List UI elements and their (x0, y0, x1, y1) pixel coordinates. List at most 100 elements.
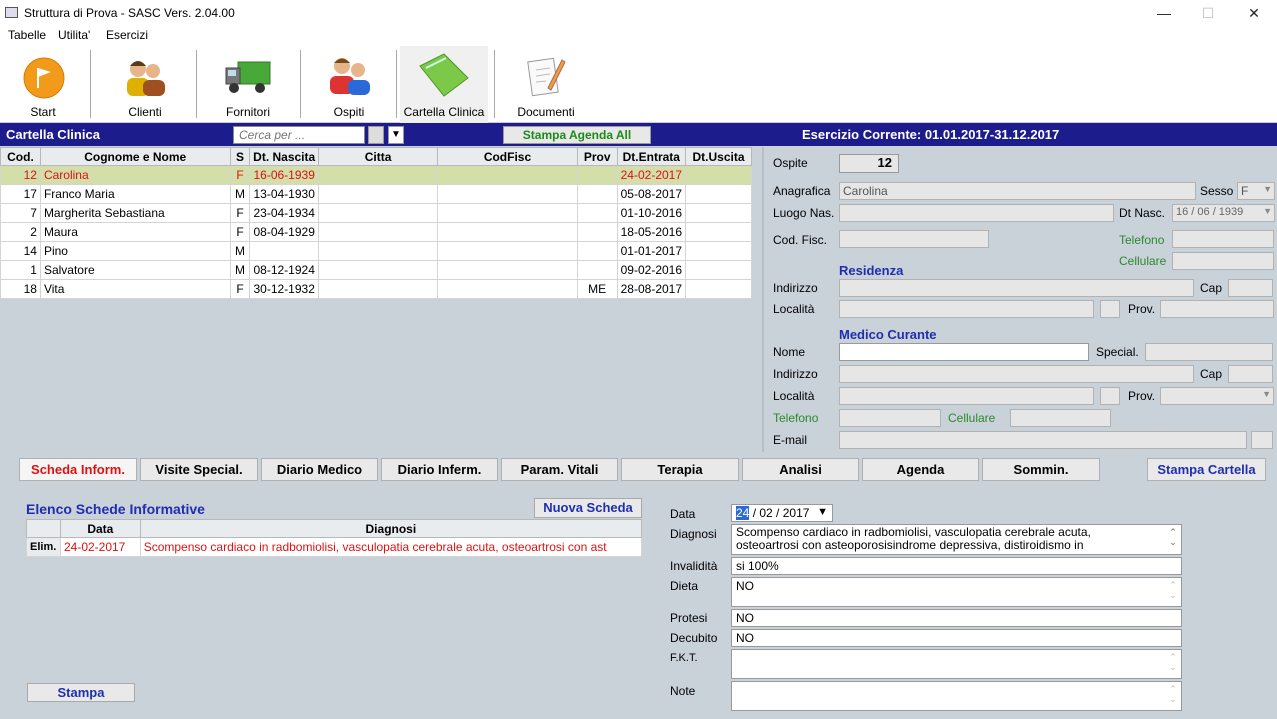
cartella-clinica-button[interactable]: Cartella Clinica (400, 46, 488, 123)
stampa-cartella-button[interactable]: Stampa Cartella (1147, 458, 1266, 481)
residenza-localita-field[interactable] (839, 300, 1094, 318)
stampa-agenda-button[interactable]: Stampa Agenda All (503, 126, 651, 144)
table-row[interactable]: 7 Margherita Sebastiana F 23-04-1934 01-10-2… (0, 203, 752, 223)
table-row[interactable]: Elim. 24-02-2017 Scompenso cardiaco in r… (26, 537, 643, 557)
scroll-arrows-icon[interactable]: ⌃ ⌄ (1167, 580, 1179, 600)
stampa-button[interactable]: Stampa (27, 683, 135, 702)
menu-esercizi[interactable]: Esercizi (106, 28, 148, 42)
protesi-field[interactable]: NO (731, 609, 1182, 627)
diagnosi-line: osteoartrosi con asteoporosisindrome dep… (736, 538, 1084, 552)
column-header[interactable]: Diagnosi (139, 519, 643, 538)
medico-prov-select[interactable]: ▼ (1160, 387, 1274, 405)
invalidita-field[interactable]: si 100% (731, 557, 1182, 575)
table-row[interactable]: 2 Maura F 08-04-1929 18-05-2016 (0, 222, 752, 242)
table-row[interactable]: 18 Vita F 30-12-1932 ME 28-08-2017 (0, 279, 752, 299)
medico-special-field[interactable] (1145, 343, 1273, 361)
elimina-button[interactable]: Elim. (26, 537, 61, 557)
column-header[interactable]: Prov (576, 147, 618, 166)
cell-sex: F (229, 165, 251, 185)
medico-cap-field[interactable] (1228, 365, 1273, 383)
scroll-arrows-icon[interactable]: ⌃ ⌄ (1167, 527, 1179, 547)
start-button[interactable]: Start (0, 46, 86, 123)
chevron-down-icon: ▼ (1263, 206, 1272, 216)
dt-nasc-field[interactable]: 16 / 06 / 1939 ▼ (1172, 204, 1275, 222)
residenza-cap-field[interactable] (1228, 279, 1273, 297)
green-folder-icon (419, 53, 469, 97)
localita-label: Località (773, 302, 815, 316)
table-row[interactable]: 1 Salvatore M 08-12-1924 09-02-2016 (0, 260, 752, 280)
dieta-textarea[interactable]: NO ⌃ ⌄ (731, 577, 1182, 607)
table-row[interactable]: 17 Franco Maria M 13-04-1930 05-08-2017 (0, 184, 752, 204)
cell-sex: M (229, 184, 251, 204)
cell-name: Franco Maria (39, 184, 231, 204)
tab-terapia[interactable]: Terapia (621, 458, 739, 481)
medico-nome-field[interactable] (839, 343, 1089, 361)
table-row[interactable]: 12 Carolina F 16-06-1939 24-02-2017 (0, 165, 752, 185)
table-row[interactable]: 14 Pino M 01-01-2017 (0, 241, 752, 261)
residenza-prov-field[interactable] (1160, 300, 1274, 318)
medico-indirizzo-field[interactable] (839, 365, 1194, 383)
localita-lookup-button[interactable] (1100, 300, 1120, 318)
medico-localita-field[interactable] (839, 387, 1094, 405)
tab-agenda[interactable]: Agenda (862, 458, 979, 481)
tab-param-vitali[interactable]: Param. Vitali (501, 458, 618, 481)
telefono-field[interactable] (1172, 230, 1274, 248)
column-header[interactable]: Dt.Uscita (685, 147, 752, 166)
close-button[interactable]: ✕ (1234, 2, 1274, 24)
splitter[interactable] (762, 147, 764, 452)
diagnosi-textarea[interactable]: Scompenso cardiaco in radbomiolisi, vasc… (731, 524, 1182, 555)
decubito-field[interactable]: NO (731, 629, 1182, 647)
cellulare-field[interactable] (1172, 252, 1274, 270)
documenti-button[interactable]: Documenti (500, 46, 592, 123)
column-header[interactable]: Data (59, 519, 141, 538)
scroll-arrows-icon[interactable]: ⌃ ⌄ (1167, 684, 1179, 704)
search-input[interactable] (233, 126, 365, 144)
medico-telefono-field[interactable] (839, 409, 941, 427)
documenti-label: Documenti (517, 105, 575, 119)
nuova-scheda-button[interactable]: Nuova Scheda (534, 498, 642, 518)
residenza-indirizzo-field[interactable] (839, 279, 1194, 297)
cell-date: 24-02-2017 (59, 537, 141, 557)
email-send-button[interactable] (1251, 431, 1273, 449)
medico-localita-lookup-button[interactable] (1100, 387, 1120, 405)
tab-diario-medico[interactable]: Diario Medico (261, 458, 378, 481)
medico-cellulare-field[interactable] (1010, 409, 1111, 427)
column-header[interactable]: CodFisc (437, 147, 578, 166)
cell-city (317, 165, 439, 185)
menu-tabelle[interactable]: Tabelle (8, 28, 46, 42)
tab-sommin[interactable]: Sommin. (982, 458, 1100, 481)
protesi-label: Protesi (670, 611, 708, 625)
cell-birth: 08-12-1924 (249, 260, 319, 280)
medico-email-field[interactable] (839, 431, 1247, 449)
column-header[interactable]: Citta (317, 147, 439, 166)
chevron-down-icon[interactable]: ▼ (388, 126, 404, 144)
data-picker[interactable]: 24 / 02 / 2017 ▼ (731, 504, 833, 522)
note-textarea[interactable]: ⌃ ⌄ (731, 681, 1182, 711)
column-header[interactable]: Dt.Entrata (616, 147, 687, 166)
column-header[interactable]: Dt. Nascita (249, 147, 319, 166)
cell-sex: F (229, 222, 251, 242)
sesso-select[interactable]: F ▼ (1237, 182, 1275, 200)
fornitori-button[interactable]: Fornitori (200, 46, 296, 123)
column-header[interactable]: S (229, 147, 251, 166)
column-header[interactable]: Cod. (0, 147, 41, 166)
tab-visite-special[interactable]: Visite Special. (140, 458, 258, 481)
cell-prov (576, 165, 618, 185)
tab-analisi[interactable]: Analisi (742, 458, 859, 481)
cod-fisc-field[interactable] (839, 230, 989, 248)
cell-exit (685, 203, 752, 223)
search-option-box[interactable] (368, 126, 384, 144)
anagrafica-field[interactable]: Carolina (839, 182, 1196, 200)
fkt-textarea[interactable]: ⌃ ⌄ (731, 649, 1182, 679)
luogo-nascita-field[interactable] (839, 204, 1114, 222)
tab-diario-inferm[interactable]: Diario Inferm. (381, 458, 498, 481)
maximize-button[interactable]: ☐ (1188, 2, 1228, 24)
column-header[interactable]: Cognome e Nome (39, 147, 231, 166)
minimize-button[interactable]: — (1144, 2, 1184, 24)
scroll-arrows-icon[interactable]: ⌃ ⌄ (1167, 652, 1179, 672)
cell-birth: 16-06-1939 (249, 165, 319, 185)
ospiti-button[interactable]: Ospiti (304, 46, 394, 123)
menu-utilita[interactable]: Utilita' (58, 28, 90, 42)
tab-scheda-inform[interactable]: Scheda Inform. (19, 458, 137, 481)
clienti-button[interactable]: Clienti (96, 46, 194, 123)
